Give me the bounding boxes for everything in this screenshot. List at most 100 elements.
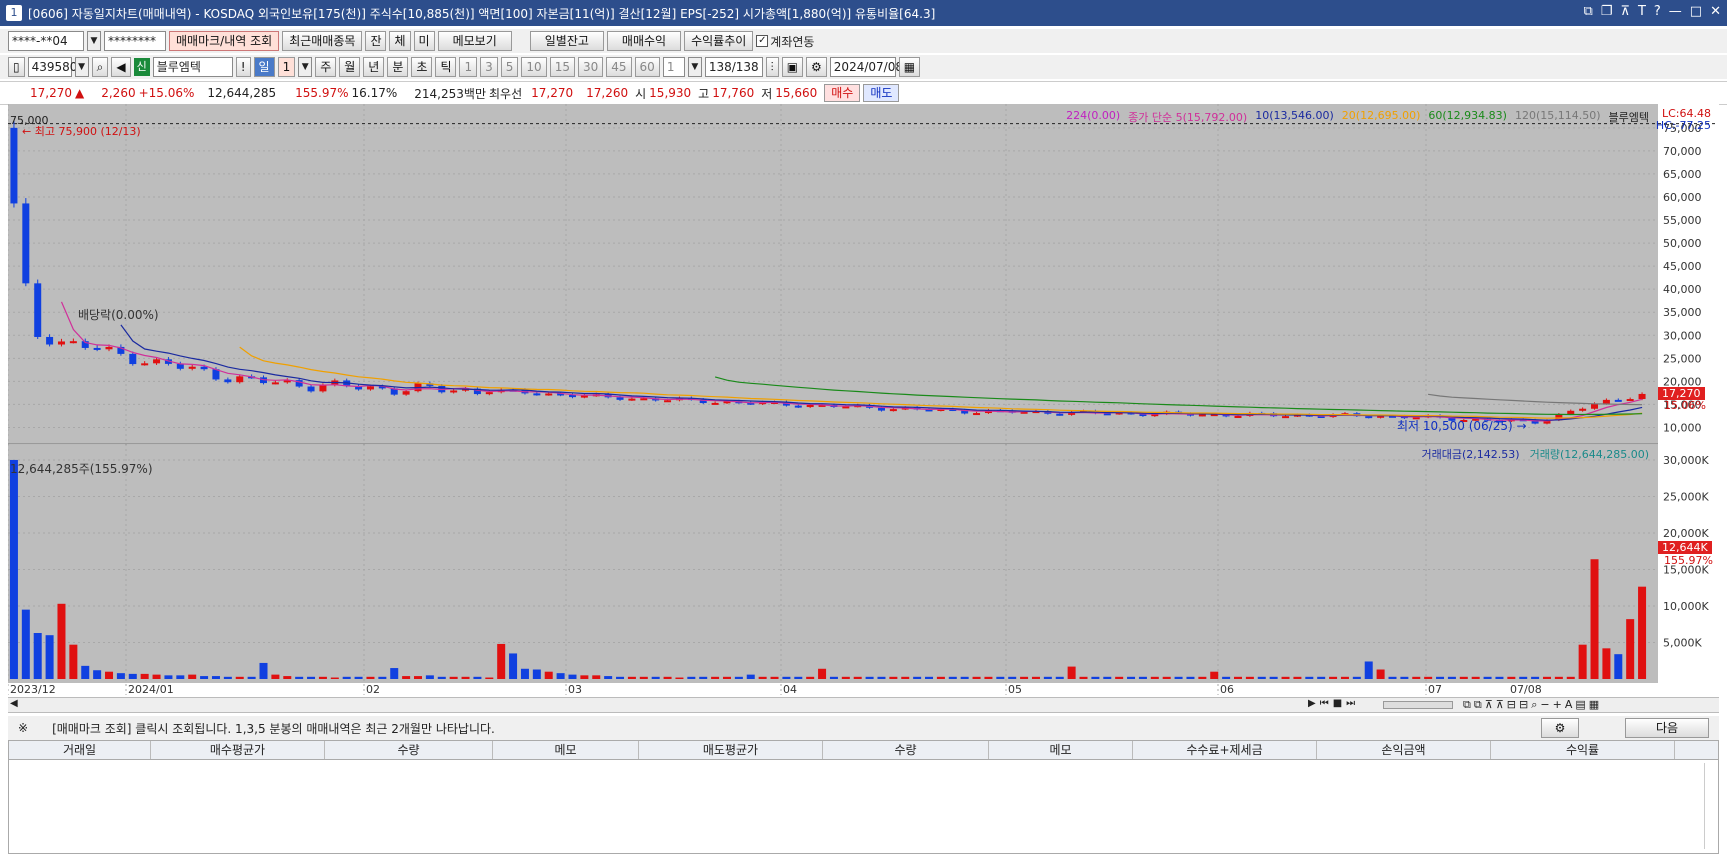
playback-controls[interactable]: ▶⏮■⏭ bbox=[1308, 698, 1359, 709]
memo-view-button[interactable]: 메모보기 bbox=[437, 31, 512, 51]
minute-60[interactable]: 60 bbox=[634, 57, 660, 77]
candlestick-chart[interactable]: 75,00070,00065,00060,00055,00050,00045,0… bbox=[8, 104, 1719, 696]
minute-3[interactable]: 3 bbox=[480, 57, 498, 77]
profit-trend-button[interactable]: 수익률추이 bbox=[684, 31, 754, 51]
ma-legend-item[interactable]: 종가 단순 5(15,792.00) bbox=[1128, 109, 1247, 125]
column-header[interactable]: 수수료+제세금 bbox=[1133, 741, 1317, 759]
volume-legend-item[interactable]: 거래대금(2,142.53) bbox=[1422, 446, 1520, 462]
zoom-slider[interactable] bbox=[1383, 701, 1453, 709]
scroll-left-icon[interactable]: ◀ bbox=[10, 698, 18, 709]
account-link-checkbox[interactable]: ✓ 계좌연동 bbox=[756, 33, 814, 50]
price-tick-label: 30,000 bbox=[1663, 329, 1702, 342]
save-icon[interactable]: ▣ bbox=[781, 57, 804, 77]
period-day[interactable]: 일 bbox=[253, 57, 275, 77]
candle bbox=[200, 366, 208, 370]
executed-button[interactable]: 체 bbox=[389, 31, 411, 51]
minute-5[interactable]: 5 bbox=[500, 57, 519, 77]
candle bbox=[141, 363, 149, 366]
trade-mark-query-button[interactable]: 매매마크/내역 조회 bbox=[169, 31, 280, 51]
volume-legend-item[interactable]: 거래량(12,644,285.00) bbox=[1530, 446, 1649, 462]
ask-price: 17,270 bbox=[531, 86, 574, 100]
code-dropdown[interactable]: ▼ bbox=[74, 57, 89, 77]
restore-icon[interactable]: ❐ bbox=[1601, 4, 1613, 19]
volume-bar bbox=[93, 670, 102, 679]
gear-icon[interactable]: ⚙ bbox=[806, 57, 827, 77]
period-day-count[interactable]: 1 bbox=[277, 57, 296, 77]
volume-bar bbox=[1281, 676, 1290, 679]
column-header[interactable]: 손익금액 bbox=[1317, 741, 1491, 759]
alert-icon[interactable]: ! bbox=[235, 57, 251, 77]
volume-bar bbox=[1245, 676, 1254, 679]
column-header[interactable]: 수익률 bbox=[1491, 741, 1675, 759]
ma-legend-item[interactable]: 120(15,114.50) bbox=[1515, 109, 1601, 125]
ma-legend[interactable]: 224(0.00) 종가 단순 5(15,792.00) 10(13,546.00)… bbox=[1066, 109, 1649, 125]
recent-trades-button[interactable]: 최근매매종목 bbox=[282, 31, 363, 51]
help-icon[interactable]: ? bbox=[1654, 4, 1661, 19]
maximize-icon[interactable]: □ bbox=[1690, 4, 1702, 19]
link-icon[interactable]: ⧉ bbox=[1583, 4, 1592, 19]
minimize-icon[interactable]: — bbox=[1669, 4, 1682, 19]
column-header[interactable]: 매도평균가 bbox=[639, 741, 823, 759]
period-second[interactable]: 초 bbox=[411, 57, 433, 77]
volume-legend[interactable]: 거래대금(2,142.53) 거래량(12,644,285.00) bbox=[1422, 446, 1649, 462]
column-header[interactable]: 수량 bbox=[823, 741, 989, 759]
speaker-icon[interactable]: ◀ bbox=[111, 57, 131, 77]
unexecuted-button[interactable]: 미 bbox=[413, 31, 435, 51]
volume-bar bbox=[1471, 676, 1480, 679]
period-month[interactable]: 월 bbox=[339, 57, 361, 77]
volume-pct-badge: 155.97% bbox=[1664, 554, 1713, 567]
column-header[interactable]: 매수평균가 bbox=[151, 741, 325, 759]
ma-legend-item[interactable]: 블루엠텍 bbox=[1609, 109, 1649, 125]
column-header[interactable]: 메모 bbox=[989, 741, 1133, 759]
ma-legend-item[interactable]: 10(13,546.00) bbox=[1255, 109, 1334, 125]
settings-icon[interactable]: ⚙ bbox=[1541, 718, 1579, 738]
date-input[interactable]: 2024/07/08 bbox=[829, 57, 903, 77]
column-header[interactable]: 거래일 bbox=[9, 741, 151, 759]
volume-bar bbox=[1412, 676, 1421, 679]
balance-button[interactable]: 잔 bbox=[365, 31, 387, 51]
sell-button[interactable]: 매도 bbox=[863, 84, 900, 102]
volume-bar bbox=[485, 677, 494, 679]
period-dropdown[interactable]: ▼ bbox=[298, 57, 313, 77]
pin-icon[interactable]: ⊼ bbox=[1620, 4, 1630, 19]
period-year[interactable]: 년 bbox=[363, 57, 385, 77]
trade-profit-button[interactable]: 매매수익 bbox=[606, 31, 682, 51]
stock-name[interactable]: 블루엠텍 bbox=[152, 57, 233, 77]
account-input[interactable]: ****-**04 bbox=[8, 31, 84, 51]
chart-area[interactable]: 75,000 70,000 65,000 60,000 55,000 50,000 45,0… bbox=[8, 104, 1719, 696]
next-button[interactable]: 다음 bbox=[1625, 718, 1709, 738]
buy-button[interactable]: 매수 bbox=[824, 84, 861, 102]
period-week[interactable]: 주 bbox=[315, 57, 337, 77]
chart-scrollbar[interactable]: ◀ ▶⏮■⏭ ⧉⧉⊼⊼⊟⊟⌕−+A▤▦ bbox=[8, 697, 1719, 713]
date-axis-bg bbox=[8, 683, 1658, 696]
candle-count[interactable]: 138/138 bbox=[704, 57, 763, 77]
chart-type-icon[interactable]: ⫶ bbox=[765, 57, 779, 77]
layout-icon[interactable]: ▯ bbox=[8, 57, 25, 77]
daily-balance-button[interactable]: 일별잔고 bbox=[529, 31, 604, 51]
ma-legend-item[interactable]: 20(12,695.00) bbox=[1342, 109, 1421, 125]
custom-period-input[interactable]: 1 bbox=[662, 57, 685, 77]
password-input[interactable]: ******** bbox=[104, 31, 166, 51]
table-scrollbar[interactable] bbox=[1704, 763, 1714, 849]
minute-10[interactable]: 10 bbox=[521, 57, 547, 77]
search-icon[interactable]: ⌕ bbox=[91, 57, 109, 77]
chart-tools[interactable]: ⧉⧉⊼⊼⊟⊟⌕−+A▤▦ bbox=[1463, 698, 1602, 712]
custom-period-dropdown[interactable]: ▼ bbox=[687, 57, 702, 77]
period-tick[interactable]: 틱 bbox=[435, 57, 457, 77]
calendar-icon[interactable]: ▦ bbox=[898, 57, 921, 77]
minute-1[interactable]: 1 bbox=[459, 57, 478, 77]
candle bbox=[1198, 414, 1206, 417]
column-header[interactable]: 수량 bbox=[325, 741, 493, 759]
code-input[interactable]: 439580 bbox=[27, 57, 77, 77]
bid-price: 17,260 bbox=[586, 86, 629, 100]
column-header[interactable]: 메모 bbox=[493, 741, 639, 759]
period-minute[interactable]: 분 bbox=[387, 57, 409, 77]
close-icon[interactable]: ✕ bbox=[1710, 4, 1721, 19]
minute-30[interactable]: 30 bbox=[577, 57, 604, 77]
minute-45[interactable]: 45 bbox=[606, 57, 632, 77]
minute-15[interactable]: 15 bbox=[549, 57, 575, 77]
ma-legend-item[interactable]: 224(0.00) bbox=[1066, 109, 1120, 125]
font-icon[interactable]: T bbox=[1638, 4, 1646, 19]
ma-legend-item[interactable]: 60(12,934.83) bbox=[1428, 109, 1507, 125]
chevron-down-icon[interactable]: ▼ bbox=[87, 31, 101, 51]
